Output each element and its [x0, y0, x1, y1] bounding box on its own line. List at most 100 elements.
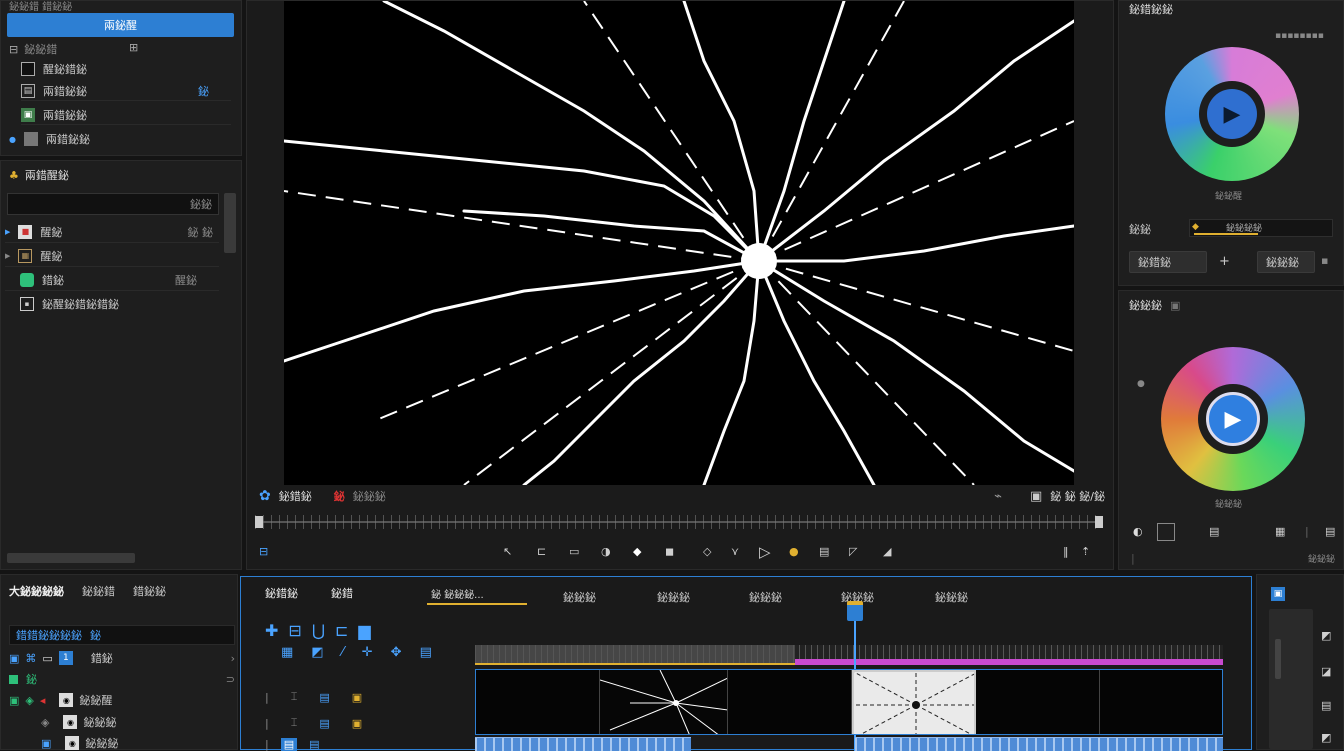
- layout-icon[interactable]: ⊟: [259, 545, 268, 558]
- play-icon[interactable]: ▷: [759, 543, 771, 561]
- layers-icon[interactable]: ▤: [319, 717, 329, 730]
- more-icon[interactable]: ▪: [1321, 254, 1328, 267]
- color-pick-icon[interactable]: ◸: [849, 545, 857, 558]
- track-row[interactable]: ◈ ◉ 鉍鉍鉍: [9, 713, 235, 731]
- mute-icon[interactable]: ◈: [25, 694, 33, 707]
- media-item[interactable]: ● 兩錯鉍鉍: [9, 129, 231, 149]
- effects-hscrollbar[interactable]: [7, 553, 135, 563]
- video-track[interactable]: [475, 669, 1223, 735]
- import-button[interactable]: 兩鉍醒: [7, 13, 234, 37]
- crop-tool-icon[interactable]: ▭: [569, 545, 579, 558]
- audio-track-icon[interactable]: ▤: [280, 737, 298, 751]
- track-tab-2[interactable]: 鉍鉍錯: [82, 583, 115, 599]
- track-row[interactable]: ▣ ◉ 鉍鉍鉍: [9, 735, 235, 751]
- plus-icon[interactable]: +: [1219, 254, 1230, 269]
- audio-track-icon[interactable]: ▤: [309, 738, 319, 751]
- effects-search-input[interactable]: 鉍鉍: [7, 193, 219, 215]
- export-icon[interactable]: ⇡: [1081, 545, 1090, 558]
- split-icon[interactable]: ⊟: [288, 621, 301, 645]
- pen-icon[interactable]: ⁄: [342, 645, 344, 665]
- compare-icon[interactable]: [1157, 523, 1175, 541]
- fx-icon[interactable]: ⌶: [291, 716, 298, 730]
- color-wheel-2[interactable]: ▶: [1161, 347, 1305, 491]
- color-wheel-1[interactable]: ▶: [1165, 47, 1299, 181]
- timeline-tab[interactable]: 鉍鉍鉍: [935, 589, 968, 605]
- mask-tool-icon[interactable]: ◑: [601, 545, 611, 558]
- playhead-handle[interactable]: [847, 601, 863, 621]
- expand-icon[interactable]: ◩: [1321, 731, 1331, 744]
- effect-item[interactable]: ▶ ■ 醒鉍 鉍 鉍: [5, 221, 219, 243]
- camera-icon[interactable]: ⌁: [994, 489, 1002, 504]
- audio-icon[interactable]: ▤: [819, 545, 829, 558]
- track-group-row[interactable]: 鉍 ⊃: [9, 671, 235, 687]
- panel-menu-icon[interactable]: ▪▪▪▪▪▪▪▪: [1275, 31, 1324, 41]
- value-field-1[interactable]: 鉍錯鉍: [1129, 251, 1207, 273]
- keyframe-icon[interactable]: ▣: [352, 691, 362, 704]
- collapse-icon[interactable]: ⊃: [226, 673, 235, 686]
- flag-icon[interactable]: ◩: [311, 645, 323, 665]
- layers-icon[interactable]: ▤: [420, 645, 432, 665]
- tools-icon[interactable]: ▤: [1321, 699, 1331, 712]
- trim-tool-icon[interactable]: ⊏: [537, 545, 546, 558]
- keyframe-icon[interactable]: ◆: [633, 545, 641, 558]
- eye-icon[interactable]: ▣: [9, 652, 19, 665]
- timeline-tab[interactable]: 鉍錯: [331, 585, 353, 601]
- link-icon[interactable]: ⌘: [25, 652, 36, 665]
- grid-view-icon[interactable]: ⊞: [129, 41, 138, 54]
- meter-settings-icon[interactable]: ▣: [1271, 587, 1285, 601]
- track-tab-3[interactable]: 錯鉍鉍: [133, 583, 166, 599]
- record-icon[interactable]: 鉍: [334, 488, 345, 504]
- media-item[interactable]: ▣ 兩錯鉍鉍: [21, 105, 231, 125]
- fx-icon[interactable]: ◢: [883, 545, 891, 558]
- media-item[interactable]: ▤ 兩錯鉍鉍 鉍: [21, 81, 231, 101]
- play-icon[interactable]: ▶: [1206, 392, 1260, 446]
- play-icon[interactable]: ▶: [1207, 89, 1257, 139]
- audio-clip[interactable]: [475, 737, 691, 751]
- value-field-2[interactable]: 鉍鉍鉍: [1257, 251, 1315, 273]
- fx-icon[interactable]: ⌶: [291, 690, 298, 704]
- in-out-bar[interactable]: [475, 663, 795, 665]
- grid-icon[interactable]: ▦: [281, 645, 293, 665]
- intensity-slider[interactable]: ◆ 鉍鉍鉍鉍: [1189, 219, 1333, 237]
- media-item[interactable]: 醒鉍錯鉍: [21, 59, 231, 79]
- select-tool-icon[interactable]: ↖: [503, 545, 512, 558]
- lock-icon[interactable]: ▭: [42, 652, 52, 665]
- table-icon[interactable]: ▤: [1209, 525, 1219, 538]
- split-icon[interactable]: ⋎: [731, 545, 739, 558]
- monitor-icon[interactable]: ▣: [1030, 489, 1042, 504]
- scrub-bar[interactable]: [255, 513, 1103, 531]
- layers-icon[interactable]: ▤: [319, 691, 329, 704]
- effect-item[interactable]: ▪ 鉍醒鉍錯鉍錯鉍: [5, 293, 219, 315]
- timeline-tab[interactable]: 鉍鉍鉍: [657, 589, 690, 605]
- marker-icon[interactable]: ◇: [703, 545, 711, 558]
- viewer-canvas[interactable]: [284, 1, 1074, 485]
- save-preset-icon[interactable]: ▦: [1275, 525, 1285, 538]
- timeline-tab-active[interactable]: 鉍 鉍鉍鉍...: [427, 583, 527, 605]
- keyframe-icon[interactable]: ▣: [352, 717, 362, 730]
- tile-icon[interactable]: ✥: [391, 645, 402, 665]
- edit-icon[interactable]: ◩: [1321, 629, 1331, 642]
- magnet-icon[interactable]: ⋃: [312, 621, 325, 645]
- curves-icon[interactable]: ◐: [1133, 525, 1143, 538]
- track-row[interactable]: ▣ ◈ ◂ ◉ 鉍鉍醒: [9, 691, 235, 709]
- levels-icon[interactable]: ‖: [1063, 545, 1069, 558]
- track-number-icon[interactable]: 1: [58, 651, 73, 665]
- effects-scrollbar[interactable]: [224, 193, 236, 253]
- effect-item[interactable]: ▶ ▦ 醒鉍: [5, 245, 219, 267]
- stop-icon[interactable]: ◼: [665, 545, 674, 558]
- timeline-tab[interactable]: 鉍鉍鉍: [749, 589, 782, 605]
- solo-icon[interactable]: ◂: [40, 694, 46, 707]
- audio-clip[interactable]: [855, 737, 1223, 751]
- marker-icon[interactable]: ▆: [358, 621, 370, 645]
- timeline-tab[interactable]: 鉍錯鉍: [265, 585, 298, 601]
- timeline-tab[interactable]: 鉍鉍鉍: [563, 589, 596, 605]
- scrub-start-handle[interactable]: [255, 516, 263, 528]
- grid-icon[interactable]: ▤: [1325, 525, 1335, 538]
- effect-item[interactable]: 錯鉍 醒鉍: [5, 269, 219, 291]
- lock-icon[interactable]: ▣: [1170, 299, 1180, 312]
- trim-icon[interactable]: ◪: [1321, 665, 1331, 678]
- cross-icon[interactable]: ✛: [362, 645, 373, 665]
- chevron-right-icon[interactable]: ›: [231, 652, 235, 665]
- track-name-field[interactable]: 錯錯鉍鉍鉍鉍 鉍: [9, 625, 235, 645]
- ripple-icon[interactable]: ⊏: [335, 621, 348, 645]
